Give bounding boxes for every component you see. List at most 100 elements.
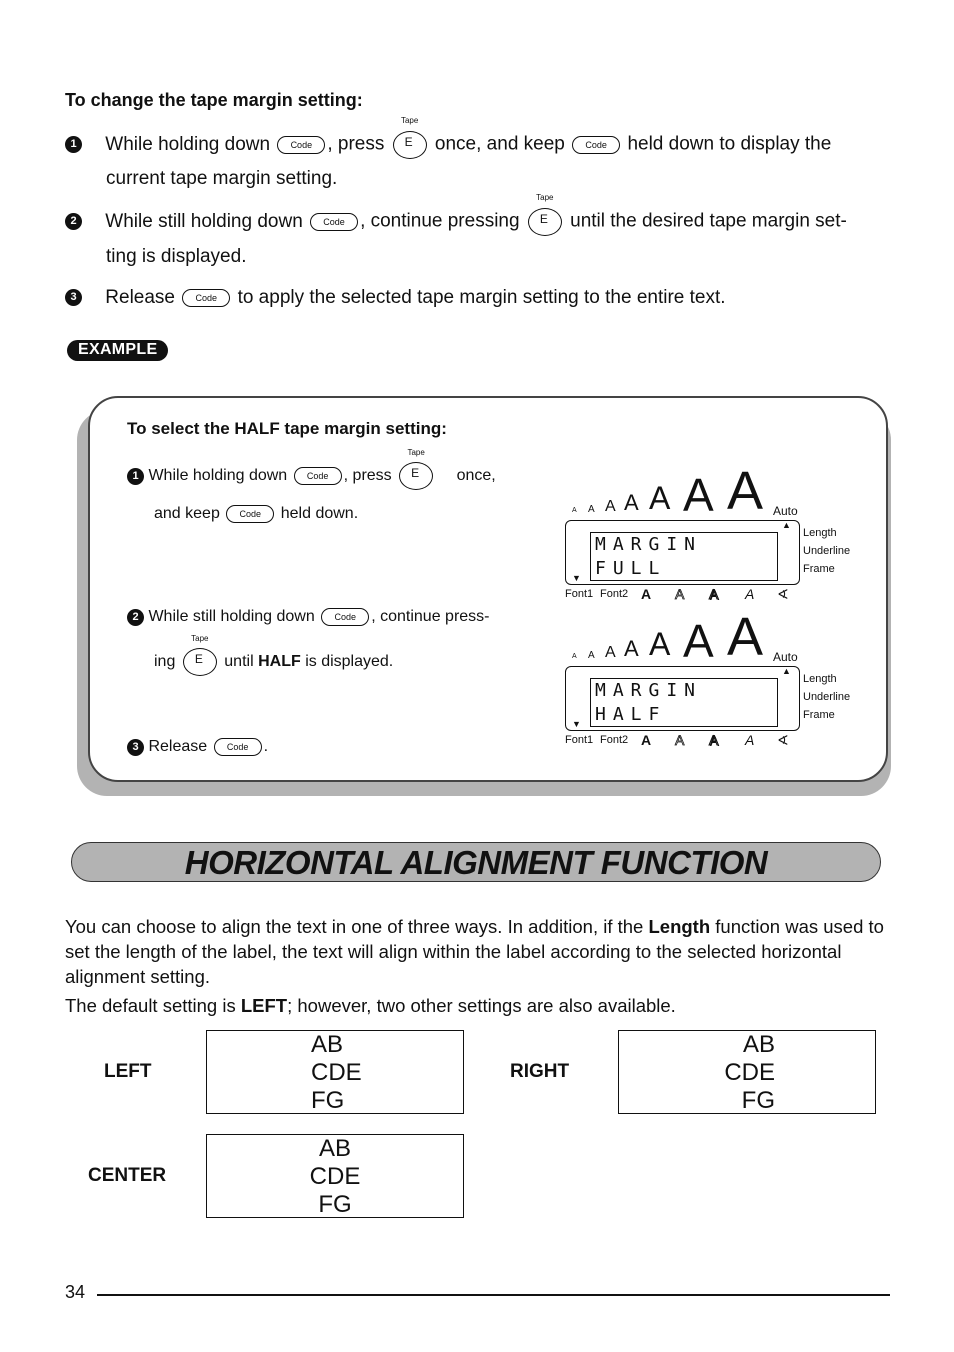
step-text: is displayed. — [305, 653, 394, 671]
shadow-style-icon: A — [708, 586, 719, 603]
size-glyph: A — [727, 607, 764, 667]
auto-label: Auto — [773, 504, 798, 518]
footer-rule — [97, 1294, 890, 1296]
auto-label: Auto — [773, 650, 798, 664]
example-line: FG — [318, 1191, 352, 1218]
intro-paragraph: You can choose to align the text in one … — [65, 914, 890, 989]
size-glyph: A — [683, 615, 714, 667]
e-tape-key-icon: Tape E — [399, 448, 434, 490]
bold-style-icon: A — [641, 732, 652, 748]
step-text: until — [224, 653, 254, 671]
size-glyph: A — [683, 469, 714, 521]
paragraph-text: You can choose to align the text in one … — [65, 916, 644, 937]
example-line: CDE — [724, 1059, 775, 1086]
example-line: AB — [742, 1031, 775, 1058]
step-text: held down to display the — [627, 133, 832, 155]
lcd-line-2: FULL — [595, 558, 667, 579]
frame-label: Frame — [803, 563, 835, 575]
lcd-line-2: HALF — [595, 704, 667, 725]
code-key-icon: Code — [310, 212, 359, 231]
underline-label: Underline — [803, 691, 851, 703]
example-badge: EXAMPLE — [67, 340, 169, 361]
e-key-label: E — [527, 208, 562, 236]
tape-label: Tape — [191, 634, 209, 643]
step-text: While holding down — [148, 467, 288, 485]
size-glyph: A — [624, 636, 639, 661]
step-text: While still holding down — [148, 608, 315, 626]
underline-label: Underline — [803, 545, 851, 557]
step-number: 1 — [127, 467, 144, 485]
step-text: . — [263, 738, 269, 756]
step-number: 3 — [65, 289, 82, 307]
step-continuation: ing Tape E until HALF is displayed. — [154, 634, 394, 676]
tape-label: Tape — [407, 448, 425, 457]
step-continuation: ting is displayed. — [106, 246, 247, 267]
lcd-screen: MARGIN HALF — [590, 678, 778, 727]
step-number: 1 — [65, 136, 82, 153]
step-text: Release — [148, 738, 208, 756]
size-glyph: A — [727, 461, 764, 521]
paragraph-text: ; however, two other settings are also a… — [287, 995, 676, 1016]
size-glyph: A — [649, 626, 671, 662]
size-indicator-row: A A A A A A A — [563, 607, 803, 667]
step-text: once, — [456, 467, 496, 485]
lcd-side-labels: Length Underline Frame — [803, 524, 850, 578]
example-step-3: 3 Release Code. — [127, 738, 268, 756]
right-alignment-example: AB CDE FG — [618, 1030, 876, 1114]
lcd-side-labels: Length Underline Frame — [803, 670, 850, 724]
down-arrow-icon: ▼ — [572, 719, 581, 729]
paragraph-bold: LEFT — [240, 995, 288, 1016]
right-alignment-label: RIGHT — [510, 1061, 570, 1082]
instruction-step-3: 3 Release Code to apply the selected tap… — [65, 287, 726, 309]
e-key-label: E — [182, 648, 217, 676]
section-title: HORIZONTAL ALIGNMENT FUNCTION — [184, 844, 768, 881]
step-text: , continue pressing — [360, 210, 520, 232]
size-glyph: A — [588, 650, 595, 661]
code-key-icon: Code — [321, 608, 370, 626]
step-number: 3 — [127, 738, 144, 756]
center-alignment-example: AB CDE FG — [206, 1134, 464, 1218]
section-heading: To change the tape margin setting: — [65, 90, 363, 110]
example-heading: To select the HALF tape margin setting: — [127, 419, 447, 438]
tape-label: Tape — [400, 116, 419, 125]
lcd-screen: MARGIN FULL — [590, 532, 778, 581]
length-label: Length — [803, 673, 837, 685]
down-arrow-icon: ▼ — [572, 573, 581, 583]
lcd-frame: MARGIN FULL — [565, 520, 800, 585]
lcd-frame: MARGIN HALF — [565, 666, 800, 731]
size-glyph: A — [649, 480, 671, 516]
paragraph-text: The default setting is — [65, 995, 236, 1016]
section-title-banner: HORIZONTAL ALIGNMENT FUNCTION — [71, 842, 881, 882]
tape-label: Tape — [536, 193, 554, 202]
step-text: until the desired tape margin set- — [570, 210, 847, 232]
step-text: , press — [327, 133, 385, 155]
example-line: CDE — [309, 1163, 361, 1190]
e-tape-key-icon: Tape E — [392, 116, 427, 159]
code-key-icon: Code — [277, 135, 326, 154]
page-number: 34 — [65, 1282, 86, 1302]
step-text: held down. — [280, 505, 359, 523]
example-step-1: 1 While holding down Code, press Tape E o… — [127, 448, 496, 490]
font2-label: Font2 — [600, 588, 629, 600]
size-glyph: A — [588, 504, 595, 515]
example-line: FG — [741, 1087, 775, 1114]
step-number: 2 — [65, 213, 82, 230]
code-key-icon: Code — [293, 467, 342, 485]
font1-label: Font1 — [565, 588, 594, 600]
e-key-label: E — [399, 462, 434, 490]
code-key-icon: Code — [226, 505, 275, 523]
outline-style-icon: A — [675, 732, 685, 749]
code-key-icon: Code — [213, 738, 262, 756]
example-line: AB — [311, 1031, 344, 1058]
center-alignment-label: CENTER — [88, 1165, 167, 1186]
size-glyph: A — [572, 653, 577, 660]
step-text: once, and keep — [434, 133, 565, 155]
step-text: to apply the selected tape margin settin… — [237, 287, 726, 308]
size-glyph: A — [605, 644, 616, 661]
lcd-line-1: MARGIN — [595, 680, 703, 701]
left-alignment-example: AB CDE FG — [206, 1030, 464, 1114]
length-label: Length — [803, 527, 837, 539]
step-text: and keep — [154, 505, 220, 523]
e-tape-key-icon: Tape E — [182, 634, 217, 676]
left-alignment-label: LEFT — [104, 1061, 152, 1082]
